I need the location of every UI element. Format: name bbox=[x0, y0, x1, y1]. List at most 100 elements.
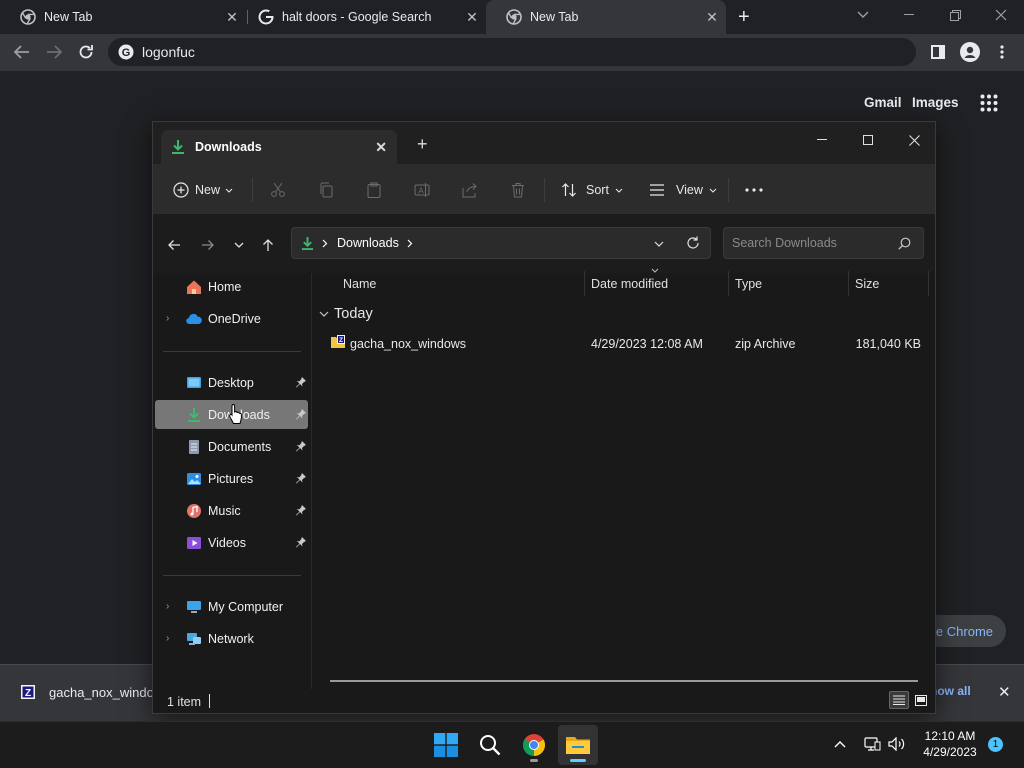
show-hidden-icons[interactable] bbox=[830, 735, 850, 753]
nav-item-pictures[interactable]: Pictures bbox=[155, 464, 308, 493]
paste-icon[interactable] bbox=[366, 177, 382, 203]
pane-splitter[interactable] bbox=[311, 273, 312, 689]
chrome-icon bbox=[506, 9, 522, 25]
up-icon[interactable] bbox=[256, 234, 280, 256]
svg-text:G: G bbox=[122, 47, 131, 59]
more-options-icon[interactable] bbox=[745, 177, 763, 203]
download-folder-icon bbox=[188, 407, 200, 422]
reload-icon[interactable] bbox=[72, 38, 100, 66]
column-header-size[interactable]: Size bbox=[855, 277, 879, 291]
group-header[interactable]: Today bbox=[319, 306, 373, 322]
horizontal-scrollbar[interactable] bbox=[330, 680, 918, 682]
view-button[interactable]: View bbox=[649, 177, 717, 203]
menu-kebab-icon[interactable] bbox=[988, 38, 1016, 66]
search-box[interactable]: Search Downloads bbox=[723, 227, 924, 259]
chevron-right-icon[interactable]: › bbox=[166, 633, 169, 644]
column-separator[interactable] bbox=[728, 271, 729, 296]
pin-icon[interactable] bbox=[295, 472, 307, 484]
column-header-type[interactable]: Type bbox=[735, 277, 762, 291]
nav-item-my-computer[interactable]: › My Computer bbox=[155, 592, 308, 621]
clock-date: 4/29/2023 bbox=[923, 745, 977, 759]
chevron-right-icon[interactable]: › bbox=[166, 313, 169, 324]
nav-label: Network bbox=[208, 631, 254, 646]
omnibox[interactable]: G logonfuc bbox=[108, 38, 916, 66]
chevron-right-icon[interactable]: › bbox=[166, 601, 169, 612]
new-explorer-tab-button[interactable]: + bbox=[417, 134, 428, 155]
nav-item-onedrive[interactable]: › OneDrive bbox=[155, 304, 308, 333]
browser-tab-2[interactable]: halt doors - Google Search ✕ bbox=[238, 0, 486, 34]
side-panel-icon[interactable] bbox=[924, 38, 952, 66]
minimize-icon[interactable] bbox=[799, 126, 845, 154]
gmail-link[interactable]: Gmail bbox=[864, 95, 902, 110]
cut-icon[interactable] bbox=[270, 177, 286, 203]
minimize-icon[interactable] bbox=[886, 0, 932, 30]
download-item[interactable]: Z gacha_nox_windo bbox=[20, 684, 154, 700]
column-header-date[interactable]: Date modified bbox=[591, 277, 668, 291]
file-name[interactable]: gacha_nox_windows bbox=[350, 337, 466, 351]
new-button[interactable]: New bbox=[173, 177, 233, 203]
apps-grid-icon[interactable] bbox=[980, 94, 998, 112]
search-placeholder: Search Downloads bbox=[732, 236, 837, 250]
profile-icon[interactable] bbox=[956, 38, 984, 66]
nav-item-network[interactable]: › Network bbox=[155, 624, 308, 653]
network-icon bbox=[187, 632, 201, 645]
tab-search-icon[interactable] bbox=[840, 0, 886, 30]
back-icon[interactable] bbox=[162, 234, 186, 256]
nav-item-music[interactable]: Music bbox=[155, 496, 308, 525]
pin-icon[interactable] bbox=[295, 504, 307, 516]
add-circle-icon bbox=[173, 182, 189, 198]
svg-text:Z: Z bbox=[25, 688, 31, 699]
address-bar[interactable]: Downloads bbox=[291, 227, 711, 259]
close-window-icon[interactable] bbox=[891, 126, 935, 154]
pin-icon[interactable] bbox=[295, 408, 307, 420]
pin-icon[interactable] bbox=[295, 440, 307, 452]
column-separator[interactable] bbox=[848, 271, 849, 296]
share-icon[interactable] bbox=[462, 177, 478, 203]
close-window-icon[interactable] bbox=[978, 0, 1024, 30]
explorer-tab[interactable]: Downloads ✕ bbox=[161, 130, 397, 164]
forward-icon[interactable] bbox=[40, 38, 68, 66]
new-tab-button[interactable]: + bbox=[738, 6, 750, 29]
network-status-icon[interactable] bbox=[862, 735, 882, 753]
maximize-icon[interactable] bbox=[845, 126, 891, 154]
nav-item-home[interactable]: Home bbox=[155, 272, 308, 301]
recent-locations-icon[interactable] bbox=[227, 234, 251, 256]
nav-item-videos[interactable]: Videos bbox=[155, 528, 308, 557]
tiles-view-icon[interactable] bbox=[911, 691, 931, 709]
delete-icon[interactable] bbox=[510, 177, 526, 203]
chevron-down-icon[interactable] bbox=[654, 241, 664, 247]
nav-item-documents[interactable]: Documents bbox=[155, 432, 308, 461]
back-icon[interactable] bbox=[8, 38, 36, 66]
nav-divider bbox=[163, 351, 301, 352]
search-button[interactable] bbox=[470, 725, 510, 765]
pin-icon[interactable] bbox=[295, 376, 307, 388]
chevron-down-icon bbox=[319, 311, 329, 317]
close-shelf-icon[interactable]: ✕ bbox=[998, 683, 1011, 701]
close-tab-icon[interactable]: ✕ bbox=[375, 139, 387, 156]
images-link[interactable]: Images bbox=[912, 95, 959, 110]
view-label: View bbox=[676, 183, 703, 197]
close-tab-icon[interactable]: ✕ bbox=[464, 9, 480, 25]
close-tab-icon[interactable]: ✕ bbox=[704, 9, 720, 25]
rename-icon[interactable]: A bbox=[414, 177, 430, 203]
clock[interactable]: 12:10 AM 4/29/2023 bbox=[912, 728, 988, 760]
volume-icon[interactable] bbox=[887, 735, 907, 753]
start-button[interactable] bbox=[426, 725, 466, 765]
column-header-name[interactable]: Name bbox=[343, 277, 376, 291]
browser-tab-3[interactable]: New Tab ✕ bbox=[486, 0, 726, 34]
column-separator[interactable] bbox=[928, 271, 929, 296]
pin-icon[interactable] bbox=[295, 536, 307, 548]
refresh-icon[interactable] bbox=[686, 236, 700, 250]
nav-item-desktop[interactable]: Desktop bbox=[155, 368, 308, 397]
address-location[interactable]: Downloads bbox=[337, 236, 399, 250]
browser-tab-1[interactable]: New Tab ✕ bbox=[0, 0, 246, 34]
chevron-right-icon[interactable] bbox=[407, 239, 413, 248]
show-all-link[interactable]: how all bbox=[930, 684, 971, 698]
copy-icon[interactable] bbox=[318, 177, 334, 203]
restore-icon[interactable] bbox=[932, 0, 978, 30]
column-separator[interactable] bbox=[584, 271, 585, 296]
details-view-icon[interactable] bbox=[889, 691, 909, 709]
forward-icon[interactable] bbox=[196, 234, 220, 256]
sort-button[interactable]: Sort bbox=[561, 177, 623, 203]
notification-badge[interactable]: 1 bbox=[988, 737, 1003, 752]
